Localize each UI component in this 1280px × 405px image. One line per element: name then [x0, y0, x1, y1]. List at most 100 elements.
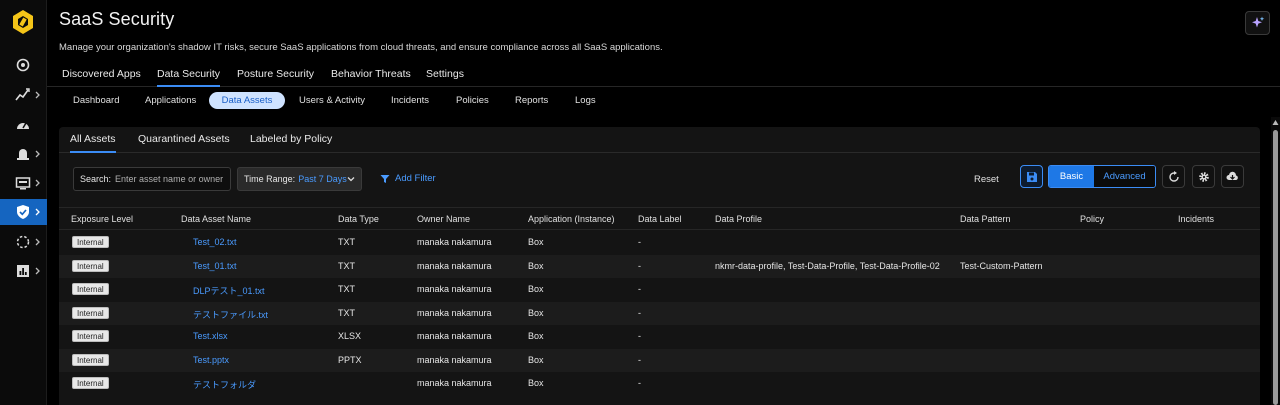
rail-item-security[interactable]: [0, 199, 47, 225]
table-row[interactable]: Internal テストフォルダ manaka nakamura Box -: [59, 372, 1260, 396]
search-label: Search:: [80, 174, 112, 184]
chevron-right-icon: [35, 91, 40, 99]
subtab-dashboard[interactable]: Dashboard: [73, 92, 119, 109]
tab-quarantined-assets[interactable]: Quarantined Assets: [138, 133, 230, 153]
data-label: -: [638, 237, 641, 247]
subtab-users-activity[interactable]: Users & Activity: [299, 92, 365, 109]
time-range-label: Time Range:: [244, 174, 296, 184]
asset-name-link[interactable]: テストフォルダ: [193, 378, 256, 391]
column-header[interactable]: Exposure Level: [71, 214, 133, 224]
column-header[interactable]: Data Pattern: [960, 214, 1011, 224]
rail-item-dashboard[interactable]: [0, 52, 47, 78]
alarm-icon: [17, 149, 29, 160]
exposure-badge: Internal: [72, 306, 109, 319]
table-row[interactable]: Internal テストファイル.txt TXT manaka nakamura…: [59, 301, 1260, 325]
owner-name: manaka nakamura: [417, 237, 492, 247]
column-header[interactable]: Incidents: [1178, 214, 1214, 224]
view-basic-button[interactable]: Basic: [1049, 166, 1094, 187]
application: Box: [528, 307, 544, 318]
chevron-right-icon: [35, 150, 40, 158]
save-icon: [1026, 171, 1037, 182]
asset-name-link[interactable]: Test.pptx: [193, 355, 229, 365]
rail-item-devices[interactable]: [0, 170, 47, 196]
gear-icon: [1198, 171, 1209, 182]
tab-behavior-threats[interactable]: Behavior Threats: [331, 68, 411, 87]
gauge-icon: [17, 122, 29, 129]
data-type: TXT: [338, 237, 355, 247]
rail-item-network[interactable]: [0, 229, 47, 255]
column-header[interactable]: Data Label: [638, 214, 682, 224]
subtab-incidents[interactable]: Incidents: [391, 92, 429, 109]
add-filter-button[interactable]: Add Filter: [380, 173, 436, 184]
exposure-badge: Internal: [72, 330, 109, 342]
column-header[interactable]: Data Profile: [715, 214, 762, 224]
asset-tab-bar: All Assets Quarantined Assets Labeled by…: [59, 127, 1260, 153]
data-label: -: [638, 331, 641, 341]
settings-button[interactable]: [1192, 165, 1215, 188]
chevron-right-icon: [35, 179, 40, 187]
column-header[interactable]: Policy: [1080, 214, 1104, 224]
tab-posture-security[interactable]: Posture Security: [237, 68, 314, 87]
asset-name-link[interactable]: Test.xlsx: [193, 331, 228, 341]
data-type: PPTX: [338, 354, 362, 365]
chevron-right-icon: [35, 238, 40, 246]
rail-item-alerts[interactable]: [0, 141, 47, 167]
data-label: -: [638, 284, 641, 294]
search-box: Search:: [73, 167, 231, 191]
asset-name-link[interactable]: テストファイル.txt: [193, 308, 268, 321]
chevron-down-icon: [347, 177, 355, 182]
table-row[interactable]: Internal Test.pptx PPTX manaka nakamura …: [59, 348, 1260, 372]
logo-icon[interactable]: [12, 10, 34, 34]
data-type: TXT: [338, 307, 355, 318]
search-input[interactable]: [115, 174, 226, 184]
tab-settings[interactable]: Settings: [426, 68, 464, 87]
table-row[interactable]: Internal DLPテスト_01.txt TXT manaka nakamu…: [59, 278, 1260, 302]
owner-name: manaka nakamura: [417, 260, 492, 271]
exposure-badge: Internal: [72, 283, 109, 295]
application: Box: [528, 237, 544, 247]
table-header: Exposure Level Data Asset Name Data Type…: [59, 207, 1260, 230]
data-profile: nkmr-data-profile, Test-Data-Profile, Te…: [715, 260, 940, 271]
column-header[interactable]: Application (Instance): [528, 214, 615, 224]
scroll-up-arrow-icon[interactable]: [1272, 119, 1279, 126]
asset-name-link[interactable]: Test_01.txt: [193, 261, 237, 271]
subtab-reports[interactable]: Reports: [515, 92, 548, 109]
subtab-applications[interactable]: Applications: [145, 92, 196, 109]
column-header[interactable]: Data Asset Name: [181, 214, 251, 224]
tab-all-assets[interactable]: All Assets: [70, 133, 116, 153]
view-advanced-button[interactable]: Advanced: [1094, 166, 1155, 187]
tab-labeled-by-policy[interactable]: Labeled by Policy: [250, 133, 332, 153]
table-row[interactable]: Internal Test_02.txt TXT manaka nakamura…: [59, 231, 1260, 255]
column-header[interactable]: Owner Name: [417, 214, 470, 224]
data-label: -: [638, 307, 641, 318]
left-nav-rail: [0, 0, 47, 405]
rail-item-activity[interactable]: [0, 82, 47, 108]
tab-discovered-apps[interactable]: Discovered Apps: [62, 68, 141, 87]
exposure-badge: Internal: [72, 353, 109, 366]
tab-data-security[interactable]: Data Security: [157, 68, 221, 87]
scrollbar-thumb[interactable]: [1273, 130, 1278, 405]
ai-assistant-button[interactable]: [1245, 11, 1270, 35]
download-button[interactable]: [1221, 165, 1244, 188]
owner-name: manaka nakamura: [417, 307, 492, 318]
cloud-download-icon: [1226, 171, 1238, 180]
rail-item-gauge[interactable]: [0, 112, 47, 138]
rail-item-reports[interactable]: [0, 258, 47, 284]
application: Box: [528, 354, 544, 365]
add-filter-label: Add Filter: [395, 173, 436, 184]
chevron-right-icon: [35, 267, 40, 275]
refresh-button[interactable]: [1162, 165, 1185, 188]
time-range-dropdown[interactable]: Time Range: Past 7 Days: [237, 167, 362, 191]
table-row[interactable]: Internal Test.xlsx XLSX manaka nakamura …: [59, 325, 1260, 349]
save-button[interactable]: [1020, 165, 1043, 188]
asset-name-link[interactable]: Test_02.txt: [193, 237, 237, 247]
view-toggle: Basic Advanced: [1048, 165, 1156, 188]
subtab-logs[interactable]: Logs: [575, 92, 596, 109]
reset-button[interactable]: Reset: [974, 174, 999, 185]
subtab-data-assets[interactable]: Data Assets: [209, 92, 285, 109]
data-type: XLSX: [338, 331, 362, 341]
table-row[interactable]: Internal Test_01.txt TXT manaka nakamura…: [59, 254, 1260, 278]
column-header[interactable]: Data Type: [338, 214, 379, 224]
asset-name-link[interactable]: DLPテスト_01.txt: [193, 284, 265, 297]
subtab-policies[interactable]: Policies: [456, 92, 489, 109]
